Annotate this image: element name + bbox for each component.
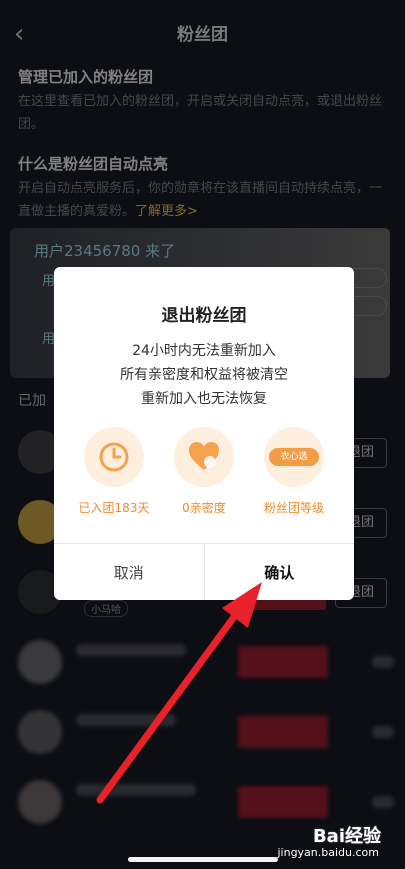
- red-annotation-arrow: [96, 582, 262, 804]
- fan-club-page: ‹ 粉丝团 管理已加入的粉丝团 在这里查看已加入的粉丝团，开启或关闭自动点亮，或…: [0, 0, 405, 869]
- watermark-logo: Bai经验: [312, 826, 381, 847]
- home-indicator[interactable]: [128, 857, 278, 862]
- watermark-url: jingyan.baidu.com: [277, 846, 379, 859]
